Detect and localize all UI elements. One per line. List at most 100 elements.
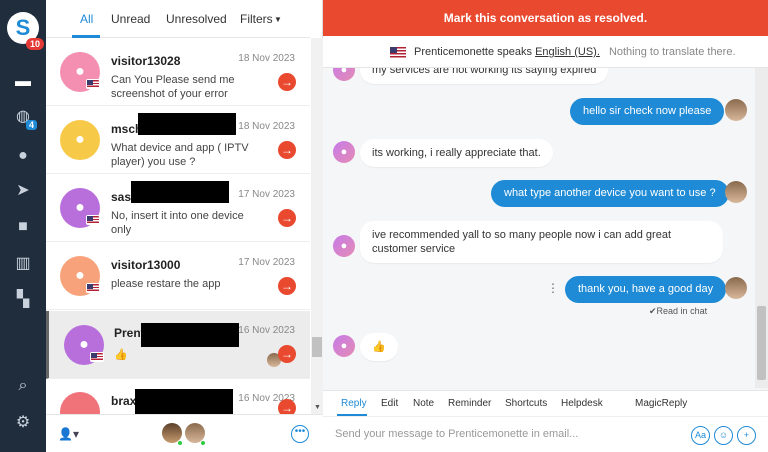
us-flag-icon: [86, 283, 100, 293]
message-thread: ● my services are not working its saying…: [323, 68, 755, 388]
online-status-icon: [177, 440, 183, 446]
chat-icon[interactable]: ▬: [13, 72, 33, 92]
conversation-preview: What device and app ( IPTV player) you u…: [111, 142, 249, 168]
list-footer: 👤▾ •••: [46, 414, 323, 452]
conversation-item[interactable]: brax 16 Nov 2023 →: [46, 379, 310, 414]
redaction-block: [138, 113, 236, 135]
visitor-message: 👍: [360, 333, 398, 361]
conversation-name: visitor13000: [111, 258, 181, 272]
send-icon[interactable]: ➤: [13, 181, 33, 201]
user-icon[interactable]: ●: [13, 146, 33, 166]
conversation-date: 17 Nov 2023: [238, 189, 295, 200]
compose-tabs: Reply Edit Note Reminder Shortcuts Helpd…: [323, 390, 768, 416]
search-icon[interactable]: ⌕: [13, 376, 33, 396]
agent-avatar: [725, 181, 747, 203]
avatar: ●: [60, 120, 100, 160]
book-icon[interactable]: ■: [13, 217, 33, 237]
arrow-right-icon[interactable]: →: [278, 209, 296, 227]
conversation-name: visitor13028: [111, 54, 181, 68]
agent-avatar: [725, 99, 747, 121]
conversation-item-selected[interactable]: ● Prent 16 Nov 2023 👍 →: [46, 311, 310, 379]
conversation-preview: No, insert it into one device only: [111, 210, 244, 236]
arrow-right-icon[interactable]: →: [278, 399, 296, 414]
person-icon: ●: [79, 336, 89, 353]
visitor-avatar: ●: [333, 235, 355, 257]
user-menu-icon[interactable]: 👤▾: [58, 427, 79, 441]
conversation-item[interactable]: ● sass 17 Nov 2023 No, insert it into on…: [46, 175, 310, 242]
conversation-item[interactable]: ● visitor13000 17 Nov 2023 please restar…: [46, 243, 310, 310]
filter-tabs: All Unread Unresolved Filters ▼: [46, 0, 310, 38]
read-receipt: ✔Read in chat: [649, 306, 708, 316]
conversation-preview: 👍: [114, 349, 128, 361]
conversation-list: All Unread Unresolved Filters ▼ ● visito…: [46, 0, 323, 452]
us-flag-icon: [390, 47, 406, 58]
us-flag-icon: [86, 79, 100, 89]
more-options-icon[interactable]: •••: [291, 425, 309, 443]
tab-magicreply[interactable]: MagicReply: [635, 398, 687, 409]
conversation-item[interactable]: ● visitor13028 18 Nov 2023 Can You Pleas…: [46, 39, 310, 106]
message-options-icon[interactable]: ⋮: [547, 281, 559, 295]
active-tab-indicator: [72, 35, 100, 38]
tab-unresolved[interactable]: Unresolved: [166, 12, 227, 26]
compose-area: Send your message to Prenticemonette in …: [323, 416, 768, 452]
person-icon: ●: [75, 63, 85, 80]
list-scrollbar[interactable]: [311, 38, 323, 414]
redaction-block: [131, 181, 229, 203]
scroll-down-arrow-icon[interactable]: ▼: [314, 404, 321, 411]
arrow-right-icon[interactable]: →: [278, 345, 296, 363]
tab-unread[interactable]: Unread: [111, 12, 150, 26]
chart-icon[interactable]: ▥: [13, 254, 33, 274]
arrow-right-icon[interactable]: →: [278, 277, 296, 295]
tab-shortcuts[interactable]: Shortcuts: [505, 398, 547, 409]
avatar: [60, 392, 100, 414]
chevron-down-icon[interactable]: ▼: [274, 15, 282, 24]
list-scrollbar-thumb[interactable]: [312, 337, 322, 357]
tab-helpdesk[interactable]: Helpdesk: [561, 398, 603, 409]
visitor-avatar: ●: [333, 68, 355, 81]
tab-edit[interactable]: Edit: [381, 398, 398, 409]
conversation-name: brax: [111, 394, 137, 408]
tab-reminder[interactable]: Reminder: [448, 398, 491, 409]
chat-scrollbar-thumb[interactable]: [757, 306, 766, 380]
agent-message: hello sir check now please: [570, 98, 725, 125]
tab-all[interactable]: All: [80, 12, 93, 26]
person-icon: ●: [75, 131, 85, 148]
language-info: Prenticemonette speaks English (US). Not…: [414, 46, 736, 58]
conversation-preview: Can You Please send me screenshot of you…: [111, 74, 235, 100]
gear-icon[interactable]: ⚙: [13, 413, 33, 433]
message-input[interactable]: Send your message to Prenticemonette in …: [335, 428, 578, 440]
tab-note[interactable]: Note: [413, 398, 434, 409]
online-status-icon: [200, 440, 206, 446]
conversation-date: 16 Nov 2023: [238, 325, 295, 336]
visitor-avatar: ●: [333, 141, 355, 163]
conversation-date: 17 Nov 2023: [238, 257, 295, 268]
visitor-message: its working, i really appreciate that.: [360, 139, 553, 167]
text-format-button[interactable]: Aa: [691, 426, 710, 445]
arrow-right-icon[interactable]: →: [278, 141, 296, 159]
agent-message: what type another device you want to use…: [491, 180, 729, 207]
conversation-item[interactable]: ● msch 18 Nov 2023 What device and app (…: [46, 107, 310, 174]
person-icon: ●: [75, 267, 85, 284]
chat-panel: Mark this conversation as resolved. Pren…: [323, 0, 768, 452]
visitor-message: my services are not working its saying e…: [360, 68, 609, 84]
visitor-avatar: ●: [333, 335, 355, 357]
emoji-icon[interactable]: ☺: [714, 426, 733, 445]
conversation-date: 18 Nov 2023: [238, 121, 295, 132]
redaction-block: [141, 323, 239, 347]
tab-filters[interactable]: Filters: [240, 12, 273, 26]
widgets-icon[interactable]: ▚: [13, 290, 33, 310]
add-attachment-icon[interactable]: +: [737, 426, 756, 445]
conversation-date: 18 Nov 2023: [238, 53, 295, 64]
us-flag-icon: [90, 352, 104, 362]
language-link[interactable]: English (US).: [535, 46, 600, 58]
language-speaker: Prenticemonette speaks: [414, 46, 533, 58]
language-bar: Prenticemonette speaks English (US). Not…: [323, 36, 768, 68]
notification-badge: 10: [26, 38, 45, 50]
tab-reply[interactable]: Reply: [341, 398, 367, 409]
agent-message: thank you, have a good day: [565, 276, 727, 303]
us-flag-icon: [86, 215, 100, 225]
arrow-right-icon[interactable]: →: [278, 73, 296, 91]
agent-avatar: [725, 277, 747, 299]
resolve-conversation-button[interactable]: Mark this conversation as resolved.: [323, 0, 768, 36]
left-nav: S 10 ▬ ◍ 4 ● ➤ ■ ▥ ▚ ⌕ ⚙: [0, 0, 46, 452]
